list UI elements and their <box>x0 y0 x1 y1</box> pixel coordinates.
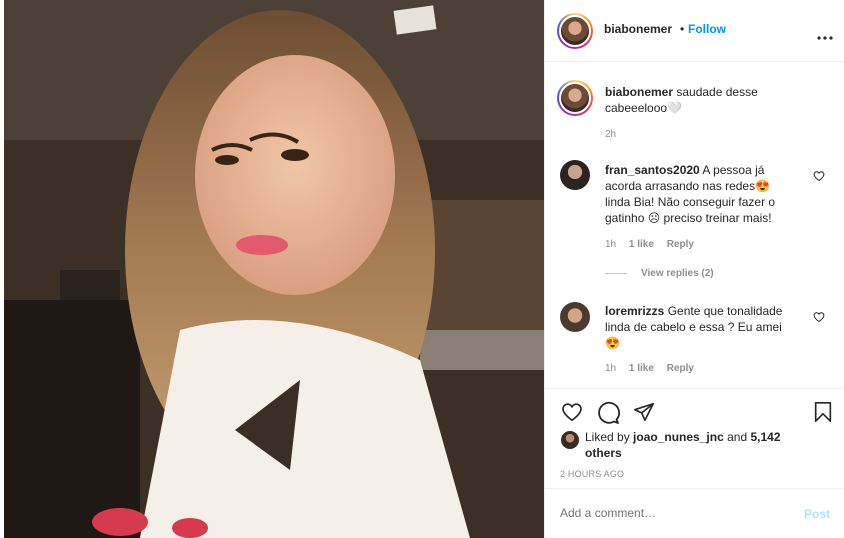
comment-time[interactable]: 1h <box>605 239 616 250</box>
commenter-avatar[interactable] <box>560 302 590 332</box>
liker-username[interactable]: joao_nunes_jnc <box>633 430 724 444</box>
post-comment-button[interactable]: Post <box>804 507 830 521</box>
post-timestamp[interactable]: 2 HOURS AGO <box>560 469 624 479</box>
like-comment-heart-icon[interactable] <box>813 170 825 182</box>
comment: loremrizzs Gente que tonalidade linda de… <box>605 303 795 351</box>
share-paper-plane-icon[interactable] <box>632 401 656 426</box>
author-username[interactable]: biabonemer <box>604 22 672 36</box>
more-options-icon[interactable] <box>817 29 833 40</box>
likes-prefix: Liked by <box>585 430 630 444</box>
author-avatar[interactable] <box>557 13 593 49</box>
liker-avatar[interactable] <box>561 431 579 449</box>
comment-time[interactable]: 1h <box>605 363 616 374</box>
add-comment-bar: Post <box>545 488 844 538</box>
caption-time[interactable]: 2h <box>605 129 616 140</box>
photo-illustration <box>0 0 544 538</box>
photo-left-edge <box>0 0 4 538</box>
reply-button[interactable]: Reply <box>667 363 694 374</box>
comment-username[interactable]: loremrizzs <box>605 304 664 318</box>
caption: biabonemer saudade desse cabeeelooo🤍 <box>605 84 795 116</box>
reply-button[interactable]: Reply <box>667 239 694 250</box>
post-photo[interactable] <box>0 0 544 538</box>
comment-likes[interactable]: 1 like <box>629 239 654 250</box>
likes-summary: Liked by joao_nunes_jnc and 5,142 others <box>585 429 795 461</box>
likes-conjunction: and <box>727 430 748 444</box>
comment-meta: 1h 1 like Reply <box>605 363 694 374</box>
comment-username[interactable]: fran_santos2020 <box>605 163 700 177</box>
comment-bubble-icon[interactable] <box>596 401 620 428</box>
follow-button[interactable]: Follow <box>688 22 726 36</box>
action-bar: Liked by joao_nunes_jnc and 5,142 others… <box>545 388 844 479</box>
save-bookmark-icon[interactable] <box>813 401 833 426</box>
avatar-image <box>559 15 591 47</box>
comment: fran_santos2020 A pessoa já acorda arras… <box>605 162 795 226</box>
comment-meta: 1h 1 like Reply <box>605 239 694 250</box>
like-comment-heart-icon[interactable] <box>813 311 825 323</box>
comment-input[interactable] <box>560 503 780 523</box>
replies-divider <box>605 273 627 274</box>
commenter-avatar[interactable] <box>560 160 590 190</box>
caption-avatar[interactable] <box>557 80 593 116</box>
post-header: biabonemer • Follow <box>545 0 844 62</box>
post-sidebar: biabonemer • Follow biabonemer saudade d… <box>544 0 844 538</box>
caption-username[interactable]: biabonemer <box>605 85 673 99</box>
avatar-image <box>559 82 591 114</box>
view-replies-button[interactable]: View replies (2) <box>641 268 714 279</box>
follow-separator: • <box>680 22 685 36</box>
like-heart-icon[interactable] <box>560 401 584 426</box>
comment-likes[interactable]: 1 like <box>629 363 654 374</box>
